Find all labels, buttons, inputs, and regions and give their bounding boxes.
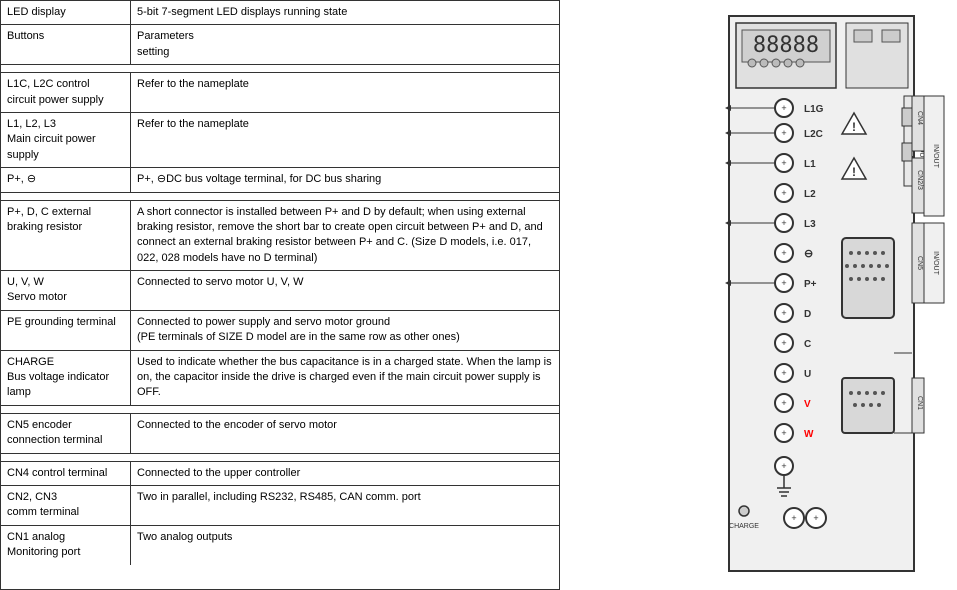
row-label: P+, D, C externalbraking resistor (1, 201, 131, 271)
svg-text:IN/OUT: IN/OUT (932, 144, 939, 168)
gap-cell (1, 454, 131, 462)
svg-text:+: + (781, 278, 786, 288)
svg-text:L1: L1 (804, 159, 816, 170)
table-row: CN1 analogMonitoring portTwo analog outp… (1, 526, 559, 565)
svg-text:+: + (781, 461, 786, 471)
svg-text:CHARGE: CHARGE (729, 523, 759, 530)
svg-text:CN2/3: CN2/3 (916, 170, 923, 190)
svg-text:D: D (804, 309, 811, 320)
table-row: U, V, WServo motorConnected to servo mot… (1, 271, 559, 311)
row-label: P+, ⊖ (1, 168, 131, 191)
svg-text:+: + (781, 248, 786, 258)
section-gap (1, 65, 559, 73)
svg-text:+: + (781, 218, 786, 228)
table-row: CHARGEBus voltage indicatorlampUsed to i… (1, 351, 559, 406)
table-row: CN5 encoderconnection terminalConnected … (1, 414, 559, 454)
svg-text:!: ! (852, 165, 856, 179)
svg-text:+: + (781, 188, 786, 198)
row-desc: P+, ⊖DC bus voltage terminal, for DC bus… (131, 168, 559, 191)
row-desc: Connected to servo motor U, V, W (131, 271, 559, 310)
row-desc: Connected to the encoder of servo motor (131, 414, 559, 453)
row-label: L1C, L2C controlcircuit power supply (1, 73, 131, 112)
component-table: LED display5-bit 7-segment LED displays … (0, 0, 560, 590)
svg-text:L2: L2 (804, 189, 816, 200)
row-desc: Connected to power supply and servo moto… (131, 311, 559, 350)
table-row: PE grounding terminalConnected to power … (1, 311, 559, 351)
table-row: P+, ⊖P+, ⊖DC bus voltage terminal, for D… (1, 168, 559, 192)
table-row: ButtonsParameterssetting (1, 25, 559, 65)
svg-text:+: + (781, 398, 786, 408)
gap-cell (1, 65, 131, 73)
table-row: CN4 control terminalConnected to the upp… (1, 462, 559, 486)
svg-text:88888: 88888 (752, 33, 818, 58)
section-gap (1, 454, 559, 462)
table-row: L1, L2, L3Main circuit powersupplyRefer … (1, 113, 559, 168)
svg-text:!: ! (852, 120, 856, 134)
svg-text:+: + (781, 158, 786, 168)
row-label: CN1 analogMonitoring port (1, 526, 131, 565)
svg-text:+: + (781, 338, 786, 348)
gap-cell (131, 406, 559, 414)
row-label: L1, L2, L3Main circuit powersupply (1, 113, 131, 167)
svg-text:C: C (804, 339, 811, 350)
row-desc: Refer to the nameplate (131, 73, 559, 112)
row-label: Buttons (1, 25, 131, 64)
table-row: L1C, L2C controlcircuit power supplyRefe… (1, 73, 559, 113)
section-gap (1, 193, 559, 201)
gap-cell (131, 454, 559, 462)
row-label: CN4 control terminal (1, 462, 131, 485)
svg-text:U: U (804, 369, 811, 380)
svg-text:P+: P+ (804, 279, 817, 290)
diagram-svg: 88888 IN/OUT IN/OUT (564, 8, 954, 583)
servo-diagram: 88888 IN/OUT IN/OUT (564, 8, 954, 583)
svg-text:+: + (781, 368, 786, 378)
row-desc: A short connector is installed between P… (131, 201, 559, 271)
row-label: CHARGEBus voltage indicatorlamp (1, 351, 131, 405)
svg-text:L2C: L2C (804, 129, 823, 140)
row-desc: Two in parallel, including RS232, RS485,… (131, 486, 559, 525)
svg-text:V: V (804, 399, 811, 410)
svg-text:+: + (781, 428, 786, 438)
diagram-panel: 88888 IN/OUT IN/OUT (560, 0, 957, 590)
row-desc: 5-bit 7-segment LED displays running sta… (131, 1, 559, 24)
svg-text:CN1: CN1 (916, 395, 923, 409)
gap-cell (1, 406, 131, 414)
row-label: LED display (1, 1, 131, 24)
gap-cell (131, 193, 559, 201)
table-row: LED display5-bit 7-segment LED displays … (1, 1, 559, 25)
row-desc: Two analog outputs (131, 526, 559, 565)
svg-text:CN4: CN4 (916, 110, 923, 124)
table-row: P+, D, C externalbraking resistorA short… (1, 201, 559, 272)
row-label: U, V, WServo motor (1, 271, 131, 310)
table-row: CN2, CN3comm terminalTwo in parallel, in… (1, 486, 559, 526)
gap-cell (131, 65, 559, 73)
section-gap (1, 406, 559, 414)
svg-text:IN/OUT: IN/OUT (932, 251, 939, 275)
row-label: CN2, CN3comm terminal (1, 486, 131, 525)
row-desc: Parameterssetting (131, 25, 559, 64)
row-desc: Refer to the nameplate (131, 113, 559, 167)
svg-text:+: + (781, 128, 786, 138)
gap-cell (1, 193, 131, 201)
svg-text:+: + (781, 103, 786, 113)
row-desc: Used to indicate whether the bus capacit… (131, 351, 559, 405)
svg-text:L3: L3 (804, 219, 816, 230)
row-label: PE grounding terminal (1, 311, 131, 350)
svg-text:W: W (804, 429, 814, 440)
svg-text:+: + (791, 513, 796, 523)
svg-text:CN5: CN5 (916, 255, 923, 269)
row-desc: Connected to the upper controller (131, 462, 559, 485)
row-label: CN5 encoderconnection terminal (1, 414, 131, 453)
svg-text:+: + (813, 513, 818, 523)
svg-text:⊖: ⊖ (804, 248, 813, 260)
svg-text:+: + (781, 308, 786, 318)
svg-text:L1G: L1G (804, 104, 824, 115)
